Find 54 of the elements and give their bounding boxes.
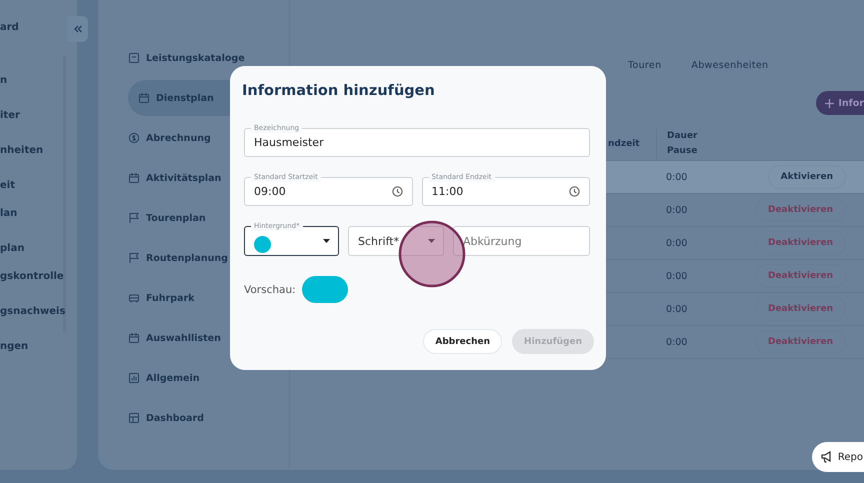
bus-icon xyxy=(128,292,140,304)
flag-icon xyxy=(128,252,140,264)
sidebar-item[interactable]: ngen xyxy=(0,340,66,354)
activate-button[interactable]: Aktivieren xyxy=(768,165,846,189)
megaphone-icon xyxy=(820,451,833,463)
double-chevron-icon xyxy=(72,24,82,34)
clock-icon xyxy=(569,186,580,197)
sidebar-item[interactable]: gskontrolle xyxy=(0,270,66,284)
column-header: ndzeit xyxy=(607,139,641,149)
caret-icon xyxy=(323,239,330,243)
report-button[interactable]: Repo xyxy=(812,442,864,472)
nav-item[interactable]: Allgemein xyxy=(118,367,289,389)
table-cell-text: 0:00 xyxy=(666,336,688,348)
deactivate-button[interactable]: Deaktivieren xyxy=(754,231,846,255)
sidebar-item[interactable]: nheiten xyxy=(0,144,66,158)
grid-icon xyxy=(128,412,140,424)
chart-icon xyxy=(128,372,140,384)
nav-item[interactable]: Leistungskataloge xyxy=(118,47,289,69)
sidebar-item[interactable]: plan xyxy=(0,242,66,256)
deactivate-button[interactable]: Deaktivieren xyxy=(754,330,846,354)
column-header: Dauer Pause xyxy=(656,129,699,159)
abbreviation-field[interactable]: Abkürzung xyxy=(453,226,590,256)
caret-icon xyxy=(428,239,435,243)
tab[interactable]: Abwesenheiten xyxy=(691,58,768,73)
font-select[interactable]: Schrift* xyxy=(348,226,444,256)
calendar-icon xyxy=(138,92,150,104)
table-cell-text: 0:00 xyxy=(666,270,688,282)
sidebar-title[interactable]: ard xyxy=(0,22,19,33)
sidebar-item[interactable]: gsnachweis xyxy=(0,305,66,319)
table-cell-text: 0:00 xyxy=(666,172,688,182)
book-icon xyxy=(128,52,140,64)
cancel-button[interactable]: Abbrechen xyxy=(423,329,502,354)
preview-label: Vorschau: xyxy=(244,284,296,296)
nav-item[interactable]: Dashboard xyxy=(118,407,289,429)
table-cell-text: 0:00 xyxy=(666,304,688,314)
coin-icon xyxy=(128,132,140,144)
sidebar-item[interactable]: iter xyxy=(0,109,66,123)
calendar-icon xyxy=(128,332,140,344)
calendar-icon xyxy=(128,172,140,184)
collapse-button[interactable] xyxy=(67,16,88,42)
table-cell-text: 0:00 xyxy=(666,204,688,216)
tab[interactable]: Touren xyxy=(628,58,662,73)
flag-icon xyxy=(128,212,140,224)
deactivate-button[interactable]: Deaktivieren xyxy=(754,297,846,321)
nav-item[interactable]: Auswahllisten xyxy=(118,327,289,349)
table-cell-text: 0:00 xyxy=(666,238,688,248)
sidebar-item[interactable]: eit xyxy=(0,179,66,193)
clock-icon xyxy=(392,186,402,197)
deactivate-button[interactable]: Deaktivieren xyxy=(754,264,846,288)
deactivate-button[interactable]: Deaktivieren xyxy=(754,198,846,222)
sidebar-item[interactable]: n xyxy=(0,74,66,88)
plus-icon xyxy=(825,98,834,108)
add-button[interactable]: Infor xyxy=(816,91,864,115)
sidebar-item[interactable]: lan xyxy=(0,207,66,221)
